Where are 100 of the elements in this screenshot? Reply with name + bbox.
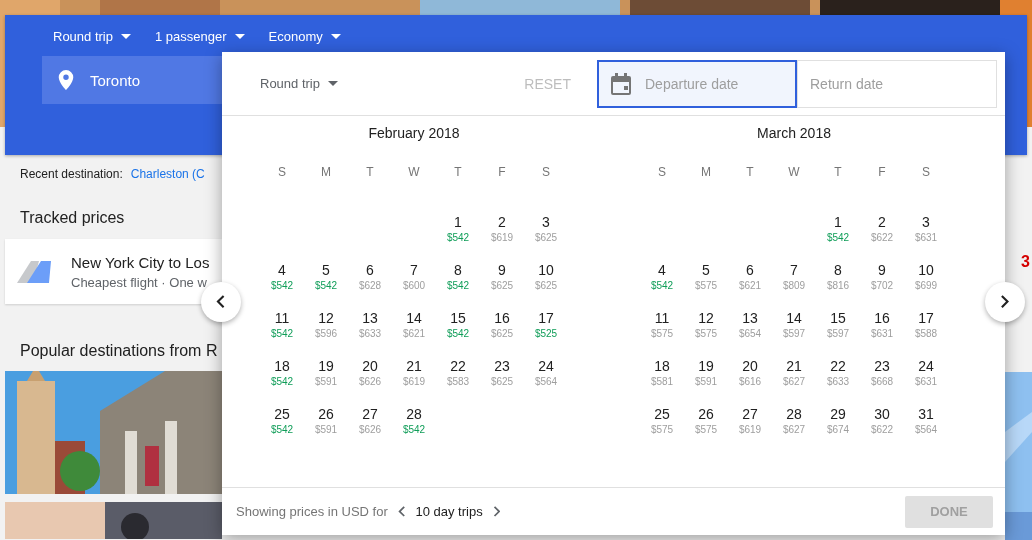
date-price: $699 [914, 279, 938, 293]
caret-icon [234, 34, 245, 39]
date-number[interactable]: 26 [698, 405, 714, 423]
date-number[interactable]: 13 [742, 309, 758, 327]
date-number[interactable]: 17 [918, 309, 934, 327]
date-price: $525 [534, 327, 558, 341]
date-number[interactable]: 20 [742, 357, 758, 375]
date-price: $597 [826, 327, 850, 341]
date-number[interactable]: 21 [786, 357, 802, 375]
date-number[interactable]: 9 [878, 261, 886, 279]
weekday-label: S [541, 165, 551, 181]
date-number[interactable]: 19 [698, 357, 714, 375]
recent-label: Recent destination: [20, 167, 123, 183]
date-number[interactable]: 27 [742, 405, 758, 423]
date-price: $625 [490, 279, 514, 293]
date-number[interactable]: 19 [318, 357, 334, 375]
calendar-icon [611, 72, 631, 95]
date-number[interactable]: 4 [658, 261, 666, 279]
date-price: $654 [738, 327, 762, 341]
date-number[interactable]: 11 [274, 309, 290, 327]
date-price: $581 [650, 375, 674, 389]
date-price: $542 [270, 327, 294, 341]
date-number[interactable]: 14 [406, 309, 422, 327]
date-price: $542 [270, 279, 294, 293]
date-number[interactable]: 6 [366, 261, 374, 279]
date-price: $621 [402, 327, 426, 341]
date-price: $633 [826, 375, 850, 389]
date-number[interactable]: 18 [654, 357, 670, 375]
date-price: $542 [826, 231, 850, 245]
trip-type-dropdown[interactable]: Round trip [260, 76, 338, 91]
date-number[interactable]: 21 [406, 357, 422, 375]
date-number[interactable]: 1 [834, 213, 842, 231]
date-number[interactable]: 2 [878, 213, 886, 231]
route-subtitle: Cheapest flight · One w [71, 274, 208, 290]
destination-link[interactable]: Charleston (C [130, 167, 205, 193]
date-number[interactable]: 4 [278, 261, 286, 279]
date-number[interactable]: 28 [786, 405, 802, 423]
date-number[interactable]: 10 [538, 261, 554, 279]
date-number[interactable]: 5 [702, 261, 710, 279]
date-number[interactable]: 31 [918, 405, 934, 423]
date-number[interactable]: 10 [918, 261, 934, 279]
date-number[interactable]: 25 [654, 405, 670, 423]
date-number[interactable]: 11 [654, 309, 670, 327]
date-price: $621 [738, 279, 762, 293]
date-number[interactable]: 8 [454, 261, 462, 279]
date-number[interactable]: 12 [698, 309, 714, 327]
chevron-right-icon [492, 506, 501, 517]
date-number[interactable]: 7 [790, 261, 798, 279]
date-number[interactable]: 12 [318, 309, 334, 327]
date-number[interactable]: 30 [874, 405, 890, 423]
date-price: $816 [826, 279, 850, 293]
next-month-button[interactable] [985, 282, 1025, 322]
date-number[interactable]: 27 [362, 405, 378, 423]
date-number[interactable]: 24 [538, 357, 554, 375]
date-number[interactable]: 15 [830, 309, 846, 327]
date-number[interactable]: 5 [322, 261, 330, 279]
date-number[interactable]: 13 [362, 309, 378, 327]
dropdown-button[interactable]: Round trip [53, 29, 131, 44]
date-price: $626 [358, 375, 382, 389]
date-number[interactable]: 1 [454, 213, 462, 231]
date-number[interactable]: 16 [494, 309, 510, 327]
next-duration-button[interactable] [492, 506, 501, 517]
date-number[interactable]: 25 [274, 405, 290, 423]
date-number[interactable]: 8 [834, 261, 842, 279]
date-number[interactable]: 6 [746, 261, 754, 279]
dropdown-button[interactable]: Economy [268, 29, 341, 44]
date-number[interactable]: 20 [362, 357, 378, 375]
date-number[interactable]: 9 [498, 261, 506, 279]
date-number[interactable]: 29 [830, 405, 846, 423]
date-number[interactable]: 16 [874, 309, 890, 327]
date-price: $633 [358, 327, 382, 341]
date-number[interactable]: 14 [786, 309, 802, 327]
weekday-label: S [921, 165, 931, 181]
weekday-label: T [745, 165, 755, 181]
date-number[interactable]: 22 [830, 357, 846, 375]
date-number[interactable]: 15 [450, 309, 466, 327]
date-number[interactable]: 17 [538, 309, 554, 327]
date-price: $542 [446, 327, 470, 341]
date-price: $542 [650, 279, 674, 293]
date-number[interactable]: 3 [542, 213, 550, 231]
date-number[interactable]: 23 [494, 357, 510, 375]
date-number[interactable]: 28 [406, 405, 422, 423]
date-price: $619 [490, 231, 514, 245]
date-price: $622 [870, 423, 894, 437]
date-number[interactable]: 24 [918, 357, 934, 375]
date-number[interactable]: 26 [318, 405, 334, 423]
date-number[interactable]: 22 [450, 357, 466, 375]
date-number[interactable]: 2 [498, 213, 506, 231]
previous-duration-button[interactable] [397, 506, 406, 517]
trip-duration-text: 10 day trips [415, 504, 483, 519]
weekday-label: F [497, 165, 507, 181]
section-title: Popular destinations from R [19, 341, 219, 361]
date-number[interactable]: 3 [922, 213, 930, 231]
dropdown-button[interactable]: 1 passenger [155, 29, 245, 44]
section-title: Tracked prices [19, 208, 126, 228]
date-number[interactable]: 18 [274, 357, 290, 375]
tracked-price-card[interactable]: New York City to Los Cheapest flight · One w [5, 239, 222, 304]
date-number[interactable]: 7 [410, 261, 418, 279]
date-number[interactable]: 23 [874, 357, 890, 375]
date-price: $542 [402, 423, 426, 437]
